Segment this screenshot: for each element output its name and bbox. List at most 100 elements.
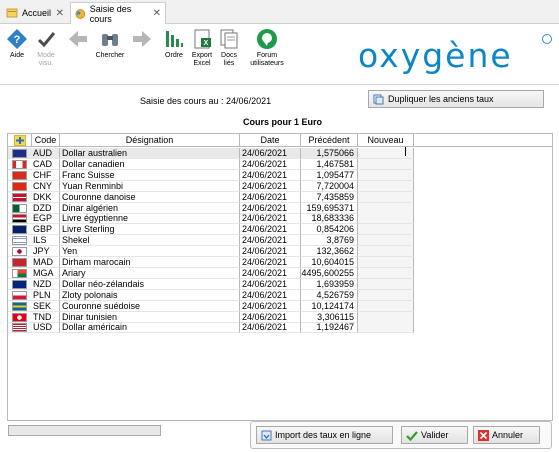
- code-cell[interactable]: PLN: [8, 289, 60, 301]
- date-cell[interactable]: 24/06/2021: [240, 257, 301, 268]
- table-row[interactable]: CAD Dollar canadien 24/06/2021 1,467581: [8, 158, 552, 170]
- precedent-cell[interactable]: 10,124174: [301, 300, 358, 312]
- designation-cell[interactable]: Ariary: [60, 267, 240, 279]
- close-tab-icon[interactable]: ✕: [153, 8, 161, 19]
- precedent-cell[interactable]: 1,575066: [301, 148, 358, 159]
- precedent-cell[interactable]: 18,683336: [301, 213, 358, 225]
- date-cell[interactable]: 24/06/2021: [240, 267, 301, 279]
- table-row[interactable]: AUD Dollar australien 24/06/2021 1,575066: [8, 148, 552, 159]
- table-row[interactable]: TND Dinar tunisien 24/06/2021 3,306115: [8, 311, 552, 323]
- precedent-cell[interactable]: 3,8769: [301, 235, 358, 247]
- precedent-cell[interactable]: 10,604015: [301, 257, 358, 268]
- nouveau-input[interactable]: [358, 191, 414, 203]
- designation-cell[interactable]: Dinar tunisien: [60, 311, 240, 323]
- designation-cell[interactable]: Dollar canadien: [60, 158, 240, 170]
- table-row[interactable]: JPY Yen 24/06/2021 132,3662: [8, 246, 552, 258]
- table-row[interactable]: MAD Dirham marocain 24/06/2021 10,604015: [8, 257, 552, 268]
- date-cell[interactable]: 24/06/2021: [240, 213, 301, 225]
- precedent-cell[interactable]: 0,854206: [301, 224, 358, 236]
- date-cell[interactable]: 24/06/2021: [240, 191, 301, 203]
- forum-button[interactable]: Forum utilisateurs: [249, 28, 285, 68]
- designation-cell[interactable]: Couronne danoise: [60, 191, 240, 203]
- code-cell[interactable]: JPY: [8, 246, 60, 258]
- column-header-nouveau[interactable]: Nouveau: [358, 134, 414, 147]
- designation-cell[interactable]: Yen: [60, 246, 240, 258]
- nouveau-input[interactable]: [358, 278, 414, 290]
- designation-cell[interactable]: Yuan Renminbi: [60, 180, 240, 192]
- precedent-cell[interactable]: 159,695371: [301, 202, 358, 214]
- table-row[interactable]: USD Dollar américain 24/06/2021 1,192467: [8, 322, 552, 334]
- tab-accueil[interactable]: Accueil ✕: [2, 2, 68, 24]
- designation-cell[interactable]: Zloty polonais: [60, 289, 240, 301]
- date-cell[interactable]: 24/06/2021: [240, 311, 301, 323]
- precedent-cell[interactable]: 7,720004: [301, 180, 358, 192]
- code-cell[interactable]: SEK: [8, 300, 60, 312]
- date-cell[interactable]: 24/06/2021: [240, 235, 301, 247]
- date-cell[interactable]: 24/06/2021: [240, 322, 301, 334]
- mode-visu-button[interactable]: Mode visu.: [29, 28, 63, 68]
- nouveau-input[interactable]: [358, 169, 414, 181]
- valider-button[interactable]: Valider: [401, 426, 468, 444]
- table-row[interactable]: DKK Couronne danoise 24/06/2021 7,435859: [8, 191, 552, 203]
- code-cell[interactable]: AUD: [8, 148, 60, 159]
- code-cell[interactable]: NZD: [8, 278, 60, 290]
- code-cell[interactable]: EGP: [8, 213, 60, 225]
- column-header-designation[interactable]: Désignation: [60, 134, 240, 147]
- date-cell[interactable]: 24/06/2021: [240, 246, 301, 258]
- date-cell[interactable]: 24/06/2021: [240, 169, 301, 181]
- next-button[interactable]: [125, 28, 159, 52]
- close-tab-icon[interactable]: ✕: [56, 8, 64, 19]
- table-row[interactable]: SEK Couronne suédoise 24/06/2021 10,124174: [8, 300, 552, 312]
- precedent-cell[interactable]: 4,526759: [301, 289, 358, 301]
- nouveau-input[interactable]: [358, 235, 414, 247]
- precedent-cell[interactable]: 1,467581: [301, 158, 358, 170]
- column-header-date[interactable]: Date: [240, 134, 301, 147]
- table-row[interactable]: CNY Yuan Renminbi 24/06/2021 7,720004: [8, 180, 552, 192]
- date-cell[interactable]: 24/06/2021: [240, 148, 301, 159]
- table-row[interactable]: GBP Livre Sterling 24/06/2021 0,854206: [8, 224, 552, 236]
- precedent-cell[interactable]: 3,306115: [301, 311, 358, 323]
- precedent-cell[interactable]: 1,095477: [301, 169, 358, 181]
- date-cell[interactable]: 24/06/2021: [240, 224, 301, 236]
- table-row[interactable]: NZD Dollar néo-zélandais 24/06/2021 1,69395…: [8, 278, 552, 290]
- date-cell[interactable]: 24/06/2021: [240, 289, 301, 301]
- date-cell[interactable]: 24/06/2021: [240, 278, 301, 290]
- nouveau-input[interactable]: [358, 202, 414, 214]
- code-cell[interactable]: CNY: [8, 180, 60, 192]
- nouveau-input[interactable]: [358, 246, 414, 258]
- nouveau-input[interactable]: [358, 322, 414, 334]
- dupliquer-button[interactable]: Dupliquer les anciens taux: [368, 90, 544, 108]
- annuler-button[interactable]: Annuler: [473, 426, 540, 444]
- table-row[interactable]: DZD Dinar algérien 24/06/2021 159,695371: [8, 202, 552, 214]
- date-cell[interactable]: 24/06/2021: [240, 158, 301, 170]
- code-cell[interactable]: TND: [8, 311, 60, 323]
- designation-cell[interactable]: Livre Sterling: [60, 224, 240, 236]
- nouveau-input[interactable]: [358, 257, 414, 268]
- chercher-button[interactable]: Chercher: [93, 28, 127, 60]
- add-row-cell[interactable]: [8, 134, 32, 147]
- precedent-cell[interactable]: 132,3662: [301, 246, 358, 258]
- designation-cell[interactable]: Shekel: [60, 235, 240, 247]
- table-row[interactable]: EGP Livre égyptienne 24/06/2021 18,683336: [8, 213, 552, 225]
- designation-cell[interactable]: Dollar australien: [60, 148, 240, 159]
- designation-cell[interactable]: Dirham marocain: [60, 257, 240, 268]
- nouveau-input[interactable]: [358, 300, 414, 312]
- table-row[interactable]: MGA Ariary 24/06/2021 4495,600255: [8, 267, 552, 279]
- code-cell[interactable]: CAD: [8, 158, 60, 170]
- nouveau-input[interactable]: [358, 158, 414, 170]
- nouveau-input[interactable]: [358, 180, 414, 192]
- nouveau-input[interactable]: [358, 213, 414, 225]
- designation-cell[interactable]: Franc Suisse: [60, 169, 240, 181]
- code-cell[interactable]: USD: [8, 322, 60, 334]
- code-cell[interactable]: GBP: [8, 224, 60, 236]
- code-cell[interactable]: CHF: [8, 169, 60, 181]
- code-cell[interactable]: DKK: [8, 191, 60, 203]
- date-cell[interactable]: 24/06/2021: [240, 202, 301, 214]
- table-row[interactable]: CHF Franc Suisse 24/06/2021 1,095477: [8, 169, 552, 181]
- precedent-cell[interactable]: 4495,600255: [301, 267, 358, 279]
- precedent-cell[interactable]: 1,693959: [301, 278, 358, 290]
- designation-cell[interactable]: Couronne suédoise: [60, 300, 240, 312]
- designation-cell[interactable]: Dollar néo-zélandais: [60, 278, 240, 290]
- nouveau-input[interactable]: [358, 224, 414, 236]
- designation-cell[interactable]: Dollar américain: [60, 322, 240, 334]
